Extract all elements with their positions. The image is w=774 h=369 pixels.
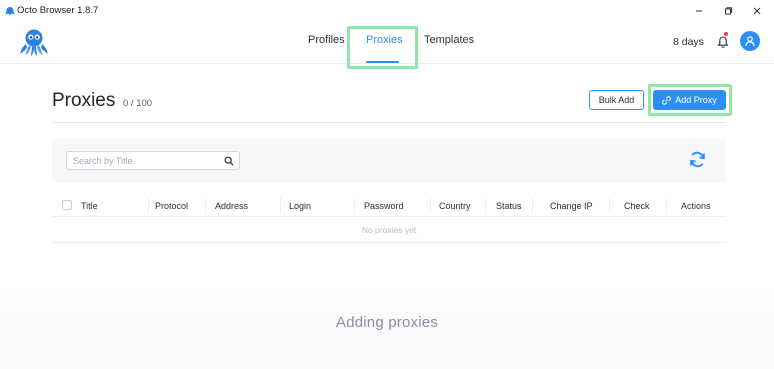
- column-divider: [609, 198, 610, 214]
- title-divider: [52, 122, 726, 123]
- proxies-tab-highlight: [347, 26, 418, 69]
- trial-days-label: 8 days: [673, 36, 704, 48]
- column-divider: [532, 198, 533, 214]
- avatar[interactable]: [740, 31, 760, 51]
- column-divider: [354, 198, 355, 214]
- bulk-add-button[interactable]: Bulk Add: [589, 90, 644, 110]
- octo-app-icon: [5, 7, 15, 15]
- column-address[interactable]: Address: [215, 201, 248, 211]
- table-bottom-border: [52, 242, 726, 243]
- column-divider: [666, 198, 667, 214]
- column-change-ip[interactable]: Change IP: [550, 201, 593, 211]
- empty-state-text: No proxies yet: [361, 225, 417, 235]
- search-input[interactable]: [73, 154, 213, 168]
- maximize-icon[interactable]: [719, 3, 737, 19]
- select-all-checkbox[interactable]: [62, 200, 72, 210]
- octopus-logo-icon[interactable]: [18, 25, 50, 57]
- window-title: Octo Browser 1.8.7: [17, 5, 99, 16]
- page-title: Proxies: [52, 90, 116, 111]
- column-country[interactable]: Country: [439, 201, 471, 211]
- column-protocol[interactable]: Protocol: [155, 201, 188, 211]
- column-divider: [485, 198, 486, 214]
- close-icon[interactable]: [748, 3, 766, 19]
- refresh-icon[interactable]: [688, 150, 707, 169]
- column-password[interactable]: Password: [364, 201, 404, 211]
- tab-profiles[interactable]: Profiles: [308, 34, 345, 54]
- column-divider: [430, 198, 431, 214]
- column-check[interactable]: Check: [624, 201, 650, 211]
- table-header: Title Protocol Address Login Password Co…: [52, 195, 726, 217]
- caption-background: [0, 295, 774, 369]
- tab-templates[interactable]: Templates: [424, 34, 474, 54]
- proxy-count: 0 / 100: [123, 98, 153, 109]
- minimize-icon[interactable]: [690, 3, 708, 19]
- column-actions[interactable]: Actions: [681, 201, 711, 211]
- column-login[interactable]: Login: [289, 201, 311, 211]
- column-divider: [205, 198, 206, 214]
- column-status[interactable]: Status: [496, 201, 522, 211]
- add-proxy-highlight: [648, 84, 732, 116]
- user-icon: [745, 36, 755, 47]
- notification-dot: [724, 32, 728, 36]
- search-icon[interactable]: [224, 156, 234, 166]
- bell-icon[interactable]: [717, 35, 729, 49]
- search-box[interactable]: [66, 151, 240, 170]
- window-titlebar: Octo Browser 1.8.7: [0, 0, 774, 22]
- column-divider: [148, 198, 149, 214]
- column-divider: [280, 198, 281, 214]
- column-title[interactable]: Title: [81, 201, 98, 211]
- video-caption: Adding proxies: [335, 314, 439, 331]
